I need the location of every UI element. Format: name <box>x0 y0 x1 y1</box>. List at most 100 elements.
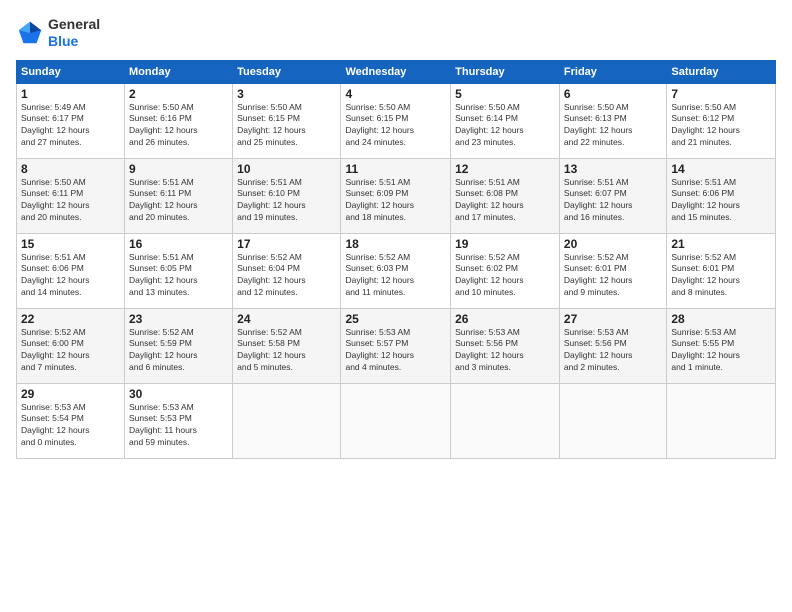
calendar-cell: 15Sunrise: 5:51 AM Sunset: 6:06 PM Dayli… <box>17 233 125 308</box>
weekday-header-wednesday: Wednesday <box>341 60 451 83</box>
calendar-cell: 3Sunrise: 5:50 AM Sunset: 6:15 PM Daylig… <box>233 83 341 158</box>
calendar-cell: 14Sunrise: 5:51 AM Sunset: 6:06 PM Dayli… <box>667 158 776 233</box>
calendar-cell: 18Sunrise: 5:52 AM Sunset: 6:03 PM Dayli… <box>341 233 451 308</box>
day-number: 28 <box>671 312 771 326</box>
day-info: Sunrise: 5:52 AM Sunset: 6:04 PM Dayligh… <box>237 252 336 300</box>
calendar-cell: 26Sunrise: 5:53 AM Sunset: 5:56 PM Dayli… <box>451 308 560 383</box>
day-info: Sunrise: 5:52 AM Sunset: 6:01 PM Dayligh… <box>564 252 662 300</box>
day-info: Sunrise: 5:51 AM Sunset: 6:05 PM Dayligh… <box>129 252 228 300</box>
day-info: Sunrise: 5:53 AM Sunset: 5:57 PM Dayligh… <box>345 327 446 375</box>
weekday-header-saturday: Saturday <box>667 60 776 83</box>
calendar-cell <box>233 383 341 458</box>
day-info: Sunrise: 5:50 AM Sunset: 6:14 PM Dayligh… <box>455 102 555 150</box>
day-info: Sunrise: 5:52 AM Sunset: 5:59 PM Dayligh… <box>129 327 228 375</box>
calendar-cell: 21Sunrise: 5:52 AM Sunset: 6:01 PM Dayli… <box>667 233 776 308</box>
day-number: 2 <box>129 87 228 101</box>
day-number: 14 <box>671 162 771 176</box>
day-info: Sunrise: 5:50 AM Sunset: 6:13 PM Dayligh… <box>564 102 662 150</box>
day-number: 5 <box>455 87 555 101</box>
calendar-cell: 29Sunrise: 5:53 AM Sunset: 5:54 PM Dayli… <box>17 383 125 458</box>
day-number: 6 <box>564 87 662 101</box>
day-info: Sunrise: 5:53 AM Sunset: 5:53 PM Dayligh… <box>129 402 228 450</box>
day-number: 1 <box>21 87 120 101</box>
weekday-header-thursday: Thursday <box>451 60 560 83</box>
week-row-1: 1Sunrise: 5:49 AM Sunset: 6:17 PM Daylig… <box>17 83 776 158</box>
calendar-header-row: SundayMondayTuesdayWednesdayThursdayFrid… <box>17 60 776 83</box>
day-number: 24 <box>237 312 336 326</box>
day-number: 12 <box>455 162 555 176</box>
calendar-cell: 23Sunrise: 5:52 AM Sunset: 5:59 PM Dayli… <box>125 308 233 383</box>
week-row-4: 22Sunrise: 5:52 AM Sunset: 6:00 PM Dayli… <box>17 308 776 383</box>
calendar-cell: 1Sunrise: 5:49 AM Sunset: 6:17 PM Daylig… <box>17 83 125 158</box>
day-info: Sunrise: 5:53 AM Sunset: 5:54 PM Dayligh… <box>21 402 120 450</box>
weekday-header-sunday: Sunday <box>17 60 125 83</box>
day-info: Sunrise: 5:51 AM Sunset: 6:06 PM Dayligh… <box>671 177 771 225</box>
day-number: 26 <box>455 312 555 326</box>
calendar-cell: 16Sunrise: 5:51 AM Sunset: 6:05 PM Dayli… <box>125 233 233 308</box>
calendar-cell: 6Sunrise: 5:50 AM Sunset: 6:13 PM Daylig… <box>559 83 666 158</box>
week-row-2: 8Sunrise: 5:50 AM Sunset: 6:11 PM Daylig… <box>17 158 776 233</box>
day-info: Sunrise: 5:52 AM Sunset: 6:02 PM Dayligh… <box>455 252 555 300</box>
calendar-cell: 27Sunrise: 5:53 AM Sunset: 5:56 PM Dayli… <box>559 308 666 383</box>
day-info: Sunrise: 5:51 AM Sunset: 6:07 PM Dayligh… <box>564 177 662 225</box>
day-info: Sunrise: 5:51 AM Sunset: 6:06 PM Dayligh… <box>21 252 120 300</box>
day-info: Sunrise: 5:51 AM Sunset: 6:10 PM Dayligh… <box>237 177 336 225</box>
day-number: 25 <box>345 312 446 326</box>
logo-text: General Blue <box>48 16 100 50</box>
day-number: 8 <box>21 162 120 176</box>
day-number: 19 <box>455 237 555 251</box>
calendar-cell: 5Sunrise: 5:50 AM Sunset: 6:14 PM Daylig… <box>451 83 560 158</box>
calendar-cell: 17Sunrise: 5:52 AM Sunset: 6:04 PM Dayli… <box>233 233 341 308</box>
calendar-cell: 24Sunrise: 5:52 AM Sunset: 5:58 PM Dayli… <box>233 308 341 383</box>
calendar-cell: 8Sunrise: 5:50 AM Sunset: 6:11 PM Daylig… <box>17 158 125 233</box>
logo: General Blue <box>16 16 100 50</box>
week-row-5: 29Sunrise: 5:53 AM Sunset: 5:54 PM Dayli… <box>17 383 776 458</box>
calendar-cell <box>451 383 560 458</box>
calendar-cell: 4Sunrise: 5:50 AM Sunset: 6:15 PM Daylig… <box>341 83 451 158</box>
calendar-cell: 13Sunrise: 5:51 AM Sunset: 6:07 PM Dayli… <box>559 158 666 233</box>
day-info: Sunrise: 5:52 AM Sunset: 6:03 PM Dayligh… <box>345 252 446 300</box>
calendar-cell: 7Sunrise: 5:50 AM Sunset: 6:12 PM Daylig… <box>667 83 776 158</box>
calendar-cell <box>559 383 666 458</box>
calendar-cell: 25Sunrise: 5:53 AM Sunset: 5:57 PM Dayli… <box>341 308 451 383</box>
logo-icon <box>16 19 44 47</box>
calendar-cell <box>667 383 776 458</box>
day-info: Sunrise: 5:53 AM Sunset: 5:56 PM Dayligh… <box>564 327 662 375</box>
calendar-cell: 22Sunrise: 5:52 AM Sunset: 6:00 PM Dayli… <box>17 308 125 383</box>
day-info: Sunrise: 5:50 AM Sunset: 6:15 PM Dayligh… <box>345 102 446 150</box>
day-number: 17 <box>237 237 336 251</box>
weekday-header-tuesday: Tuesday <box>233 60 341 83</box>
day-number: 9 <box>129 162 228 176</box>
calendar-cell: 11Sunrise: 5:51 AM Sunset: 6:09 PM Dayli… <box>341 158 451 233</box>
week-row-3: 15Sunrise: 5:51 AM Sunset: 6:06 PM Dayli… <box>17 233 776 308</box>
day-number: 3 <box>237 87 336 101</box>
weekday-header-monday: Monday <box>125 60 233 83</box>
day-info: Sunrise: 5:52 AM Sunset: 6:00 PM Dayligh… <box>21 327 120 375</box>
day-info: Sunrise: 5:50 AM Sunset: 6:16 PM Dayligh… <box>129 102 228 150</box>
day-number: 29 <box>21 387 120 401</box>
calendar-cell: 19Sunrise: 5:52 AM Sunset: 6:02 PM Dayli… <box>451 233 560 308</box>
day-number: 4 <box>345 87 446 101</box>
day-number: 20 <box>564 237 662 251</box>
day-number: 27 <box>564 312 662 326</box>
calendar-cell: 12Sunrise: 5:51 AM Sunset: 6:08 PM Dayli… <box>451 158 560 233</box>
calendar-cell: 10Sunrise: 5:51 AM Sunset: 6:10 PM Dayli… <box>233 158 341 233</box>
page: General Blue SundayMondayTuesdayWednesda… <box>0 0 792 612</box>
calendar-cell: 9Sunrise: 5:51 AM Sunset: 6:11 PM Daylig… <box>125 158 233 233</box>
calendar-cell <box>341 383 451 458</box>
day-info: Sunrise: 5:53 AM Sunset: 5:55 PM Dayligh… <box>671 327 771 375</box>
day-info: Sunrise: 5:51 AM Sunset: 6:09 PM Dayligh… <box>345 177 446 225</box>
day-number: 18 <box>345 237 446 251</box>
day-number: 23 <box>129 312 228 326</box>
calendar-cell: 28Sunrise: 5:53 AM Sunset: 5:55 PM Dayli… <box>667 308 776 383</box>
day-number: 22 <box>21 312 120 326</box>
calendar-cell: 30Sunrise: 5:53 AM Sunset: 5:53 PM Dayli… <box>125 383 233 458</box>
header: General Blue <box>16 16 776 50</box>
day-info: Sunrise: 5:51 AM Sunset: 6:08 PM Dayligh… <box>455 177 555 225</box>
day-number: 13 <box>564 162 662 176</box>
day-info: Sunrise: 5:52 AM Sunset: 5:58 PM Dayligh… <box>237 327 336 375</box>
day-info: Sunrise: 5:50 AM Sunset: 6:12 PM Dayligh… <box>671 102 771 150</box>
calendar-table: SundayMondayTuesdayWednesdayThursdayFrid… <box>16 60 776 459</box>
day-info: Sunrise: 5:49 AM Sunset: 6:17 PM Dayligh… <box>21 102 120 150</box>
day-info: Sunrise: 5:52 AM Sunset: 6:01 PM Dayligh… <box>671 252 771 300</box>
